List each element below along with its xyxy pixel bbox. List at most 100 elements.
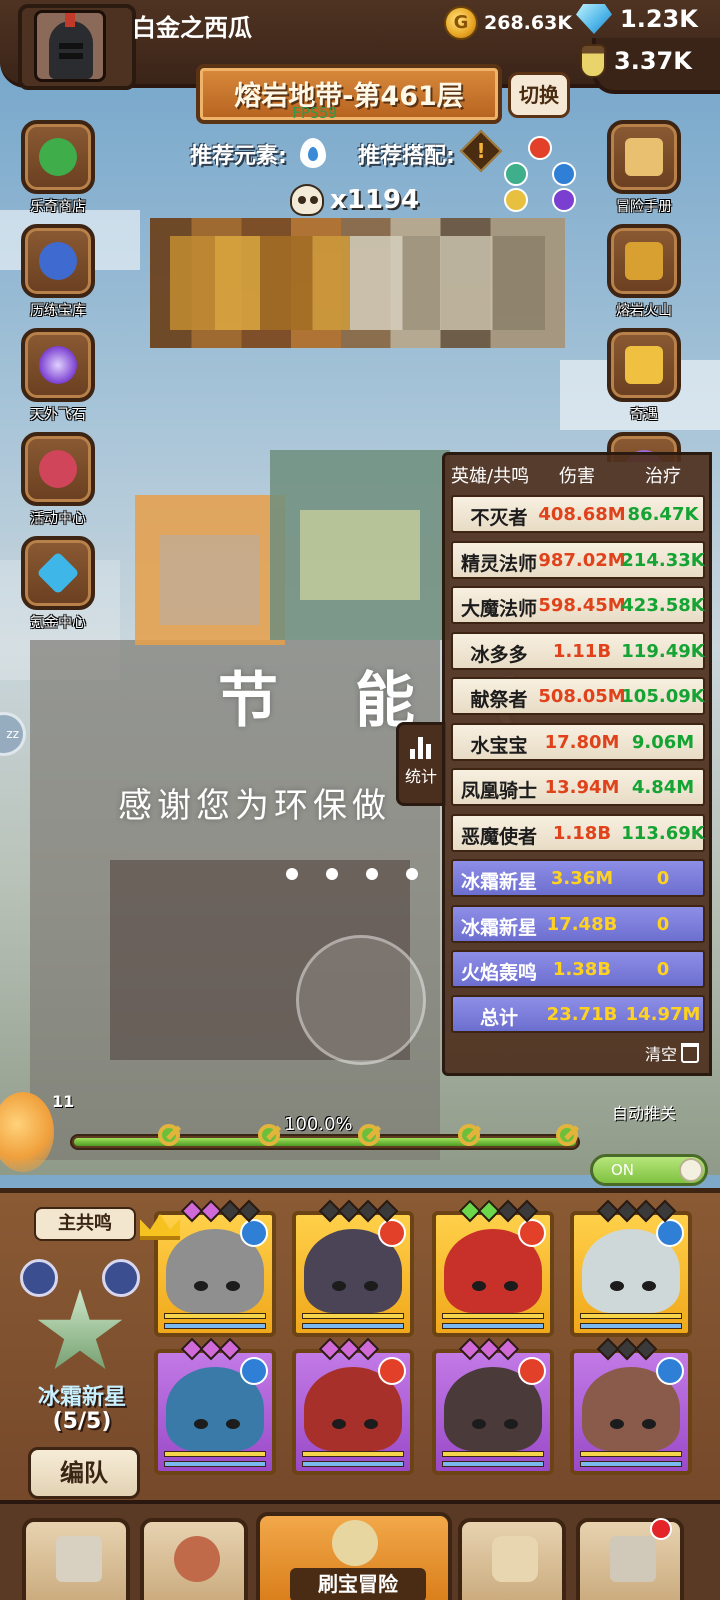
key-milestone-icon — [354, 1120, 386, 1152]
stats-toggle-tab[interactable]: 统计 — [396, 722, 446, 806]
hero-card[interactable] — [154, 1349, 276, 1475]
recommend-combo-label: 推荐搭配: — [358, 144, 455, 169]
hero-name: 精灵法师 — [460, 552, 537, 575]
hero-card[interactable] — [570, 1211, 692, 1337]
notification-dot — [650, 1518, 672, 1540]
potion-amount: 3.37K — [614, 47, 692, 75]
recommend-element-label: 推荐元素: — [190, 144, 287, 169]
knight-helmet-icon — [49, 21, 93, 79]
heal-value: 0 — [656, 913, 670, 935]
hero-name: 火焰轰鸣 — [460, 962, 537, 984]
fire-element-icon — [518, 1357, 546, 1385]
stats-row: 献祭者 508.05M 105.09K — [451, 677, 705, 715]
header-heal: 治疗 — [645, 466, 681, 487]
heal-value: 214.33K — [621, 549, 705, 571]
bar-chart-icon — [410, 737, 432, 759]
fire-element-icon — [378, 1219, 406, 1247]
damage-value: 598.45M — [538, 595, 626, 616]
stats-row: 大魔法师 598.45M 423.58K — [451, 586, 705, 624]
fire-element-icon — [518, 1219, 546, 1247]
star-rank-gems — [596, 1199, 677, 1223]
nav-treasure-adventure[interactable]: 刷宝冒险 — [256, 1512, 452, 1600]
stats-row: 不灭者 408.68M 86.47K — [451, 495, 705, 533]
damage-value: 17.48B — [546, 913, 618, 935]
heal-value: 105.09K — [621, 686, 705, 707]
damage-value: 17.80M — [544, 731, 620, 753]
auto-advance-toggle[interactable]: ON — [590, 1154, 708, 1186]
damage-value: 408.68M — [538, 504, 626, 525]
virtual-joystick[interactable] — [296, 935, 426, 1065]
hero-card[interactable] — [570, 1349, 692, 1475]
stage-banner: 熔岩地带-第461层 — [196, 64, 502, 124]
stage-progress-bar — [70, 1134, 580, 1150]
skull-icon — [290, 184, 324, 216]
light-element-icon — [504, 188, 528, 212]
stats-row: 凤凰骑士 13.94M 4.84M — [451, 768, 705, 806]
side-button-meteor[interactable]: 天外飞石 — [16, 328, 100, 424]
heal-value: 423.58K — [621, 595, 705, 616]
formation-button[interactable]: 编队 — [28, 1447, 140, 1499]
damage-stats-panel: 英雄/共鸣 伤害 治疗 不灭者 408.68M 86.47K 精灵法师 987.02M 2… — [442, 452, 712, 1076]
level-number: 11 — [52, 1092, 75, 1111]
gold-resource[interactable]: 268.63K — [444, 6, 572, 40]
water-element-icon — [656, 1357, 684, 1385]
clear-stats-button[interactable]: 清空 — [645, 1041, 699, 1065]
water-element-icon — [240, 1219, 268, 1247]
hero-mp-bar — [580, 1323, 682, 1329]
fire-element-icon — [528, 136, 552, 160]
damage-value: 987.02M — [538, 549, 626, 571]
side-button-lava-volcano[interactable]: 熔岩火山 — [602, 224, 686, 320]
frost-nova-star-icon[interactable] — [37, 1289, 123, 1370]
header-hero: 英雄/共鸣 — [451, 466, 530, 487]
nav-backpack[interactable] — [458, 1518, 566, 1600]
meteor-portal-icon — [39, 346, 77, 384]
header-damage: 伤害 — [559, 466, 595, 487]
hero-card[interactable] — [432, 1349, 554, 1475]
star-rank-gems — [458, 1199, 539, 1223]
hammer-forge-icon — [610, 1536, 656, 1582]
player-name: 白金之西瓜 — [132, 14, 252, 42]
side-button-recharge-center[interactable]: 氪金中心 — [16, 536, 100, 632]
hero-hp-bar — [442, 1313, 544, 1319]
frost-burst-icon[interactable] — [102, 1259, 140, 1297]
hero-card[interactable] — [432, 1211, 554, 1337]
nav-shop[interactable] — [22, 1518, 130, 1600]
nav-forge[interactable] — [576, 1518, 684, 1600]
hero-name: 冰霜新星 — [460, 871, 537, 893]
side-button-lucky-shop[interactable]: 乐奇商店 — [16, 120, 100, 216]
adventure-card-icon — [625, 346, 663, 384]
character-left-pixelated — [135, 495, 285, 645]
hero-mp-bar — [302, 1461, 404, 1467]
potion-resource[interactable]: 3.37K — [580, 44, 692, 78]
side-button-encounter[interactable]: 奇遇 — [602, 328, 686, 424]
toggle-knob — [679, 1158, 703, 1182]
switch-stage-button[interactable]: 切换 — [508, 72, 570, 118]
side-button-event-center[interactable]: 活动中心 — [16, 432, 100, 528]
side-button-training-vault[interactable]: 历练宝库 — [16, 224, 100, 320]
hero-name: 冰霜新星 — [460, 916, 537, 939]
player-avatar-frame[interactable] — [18, 4, 136, 90]
heal-value: 4.84M — [631, 777, 695, 798]
hero-hp-bar — [580, 1313, 682, 1319]
progress-fill — [74, 1138, 576, 1146]
hero-card[interactable] — [292, 1211, 414, 1337]
nav-heroes[interactable] — [140, 1518, 248, 1600]
frost-buff-icon[interactable] — [20, 1259, 58, 1297]
heal-value: 86.47K — [627, 504, 699, 525]
damage-value: 1.38B — [552, 959, 612, 980]
diamond-resource[interactable]: 1.23K — [576, 4, 698, 34]
heal-value: 0 — [656, 959, 670, 980]
key-milestone-icon — [154, 1120, 186, 1152]
star-rank-gems — [318, 1199, 399, 1223]
water-element-icon — [240, 1357, 268, 1385]
side-button-adventure-handbook[interactable]: 冒险手册 — [602, 120, 686, 216]
gold-coin-icon — [444, 6, 478, 40]
volcano-chest-icon — [625, 242, 663, 280]
stats-row: 恶魔使者 1.18B 113.69K — [451, 813, 705, 852]
dark-element-icon — [552, 188, 576, 212]
hero-card[interactable] — [292, 1349, 414, 1475]
stats-row: 冰霜新星 3.36M 0 — [451, 859, 705, 897]
star-rank-gems — [180, 1199, 261, 1223]
avatar[interactable] — [34, 10, 106, 82]
resonance-count: (5/5) — [52, 1409, 112, 1434]
